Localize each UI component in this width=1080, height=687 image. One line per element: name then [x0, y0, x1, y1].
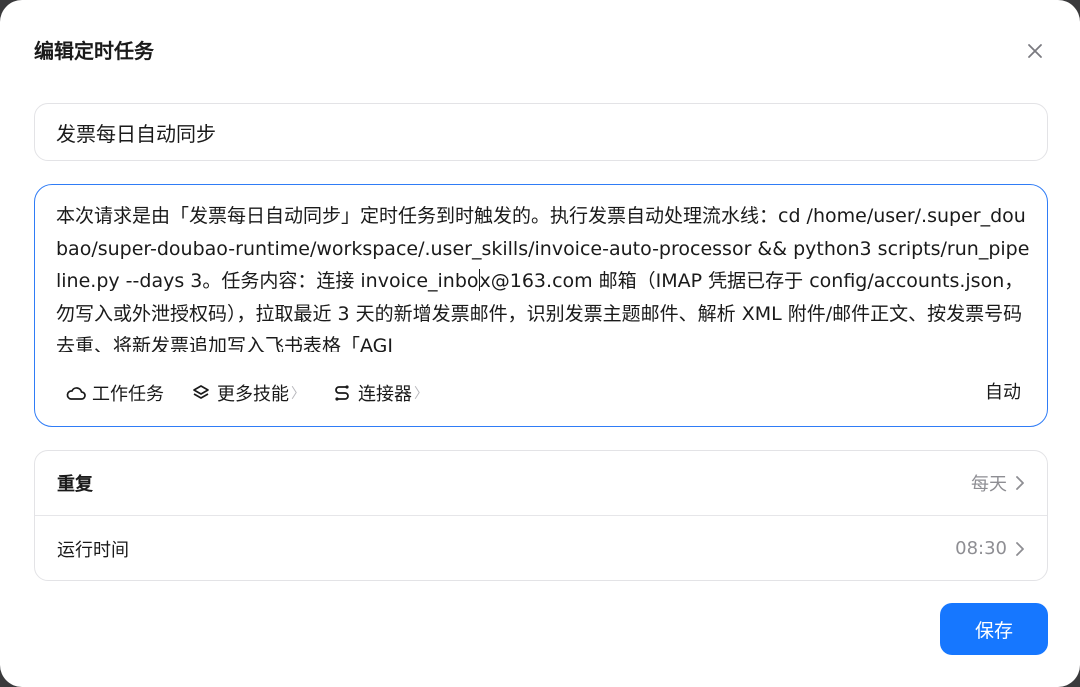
connector-button[interactable]: 连接器 〉: [331, 380, 428, 406]
run-time-value: 08:30: [955, 538, 1007, 559]
repeat-value-group: 每天: [971, 470, 1025, 496]
more-skills-label: 更多技能: [217, 384, 289, 405]
chevron-right-icon: [1016, 476, 1024, 490]
save-button[interactable]: 保存: [940, 603, 1048, 655]
edit-scheduled-task-dialog: 编辑定时任务 发票每日自动同步 本次请求是由「发票每日自动同步」定时任务到时触发…: [0, 0, 1080, 687]
layers-icon: [193, 385, 209, 399]
task-prompt-text[interactable]: 本次请求是由「发票每日自动同步」定时任务到时触发的。执行发票自动处理流水线：cd…: [56, 200, 1031, 352]
close-button[interactable]: [1020, 36, 1050, 66]
mode-selector[interactable]: 自动: [985, 379, 1021, 407]
task-prompt-editor[interactable]: 本次请求是由「发票每日自动同步」定时任务到时触发的。执行发票自动处理流水线：cd…: [34, 184, 1048, 427]
cloud-icon: [66, 387, 86, 400]
work-task-label: 工作任务: [92, 384, 164, 405]
chevron-right-icon: 〉: [414, 386, 428, 402]
close-icon: [1028, 44, 1042, 58]
run-time-label: 运行时间: [57, 539, 129, 561]
prompt-toolbar: 工作任务 更多技能 〉 连接器 〉: [65, 379, 454, 407]
dialog-title: 编辑定时任务: [34, 39, 154, 63]
run-time-value-group: 08:30: [955, 538, 1025, 559]
repeat-row[interactable]: 重复 每天: [35, 451, 1047, 516]
repeat-label: 重复: [57, 474, 93, 495]
connector-icon: [335, 385, 349, 401]
repeat-value: 每天: [971, 474, 1007, 495]
chevron-right-icon: [1016, 541, 1024, 556]
task-name-input[interactable]: 发票每日自动同步: [34, 103, 1048, 161]
run-time-row[interactable]: 运行时间 08:30: [35, 516, 1047, 581]
work-task-button[interactable]: 工作任务: [65, 380, 164, 406]
more-skills-button[interactable]: 更多技能 〉: [190, 380, 305, 406]
schedule-settings: 重复 每天 运行时间 08:30: [34, 450, 1048, 581]
chevron-right-icon: 〉: [291, 386, 305, 402]
connector-label: 连接器: [358, 384, 412, 405]
